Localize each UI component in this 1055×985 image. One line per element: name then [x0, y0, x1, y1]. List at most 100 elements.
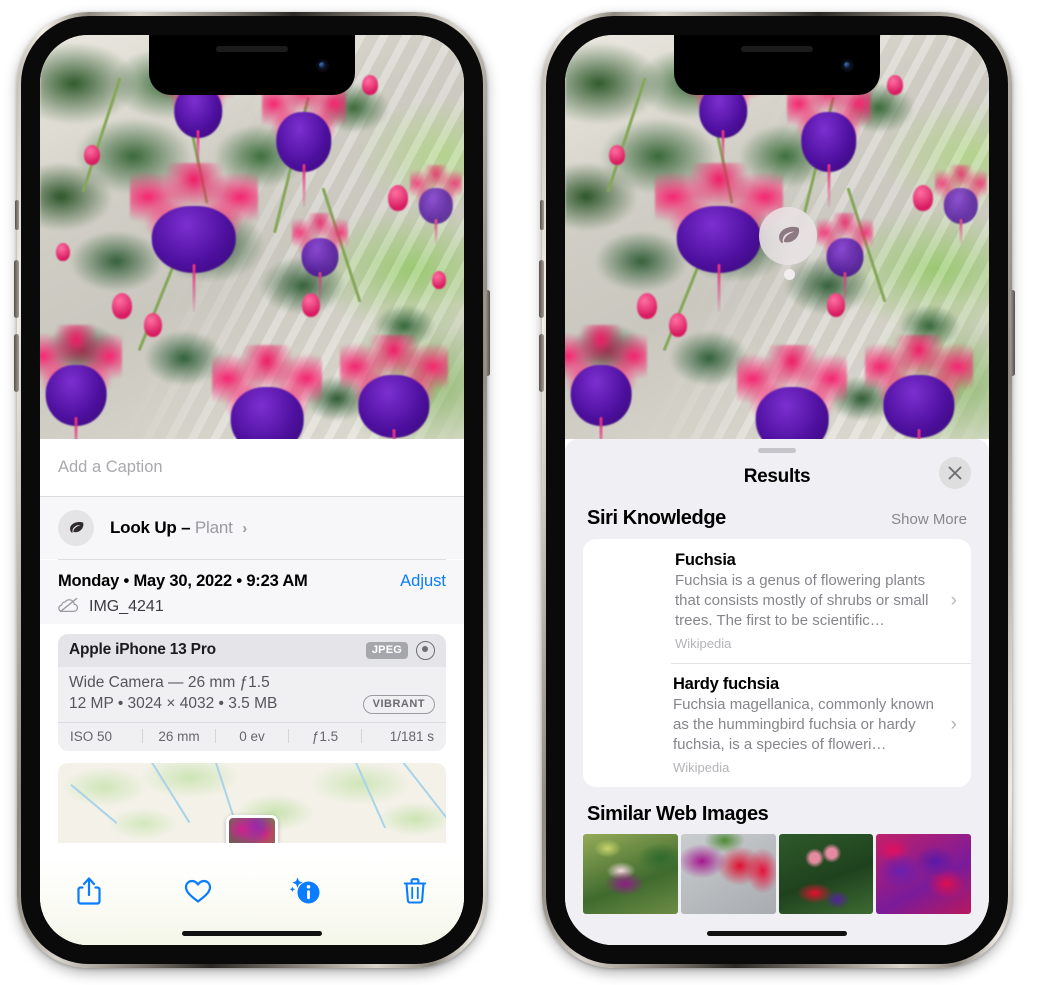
photo-info-sheet: Add a Caption ✦ ✦ Look Up – Plant ›: [40, 439, 464, 945]
front-camera-icon: [316, 59, 329, 72]
earpiece-speaker: [216, 46, 288, 52]
photographic-style-badge: VIBRANT: [362, 694, 435, 714]
result-thumbnail: [597, 551, 661, 596]
share-icon[interactable]: [66, 871, 112, 911]
siri-knowledge-title: Siri Knowledge: [587, 507, 726, 529]
show-more-button[interactable]: Show More: [891, 511, 967, 528]
caption-input-row[interactable]: Add a Caption: [40, 439, 464, 497]
camera-info-card: Apple iPhone 13 Pro JPEG Wide Camera — 2…: [58, 633, 446, 751]
look-up-row[interactable]: ✦ ✦ Look Up – Plant ›: [40, 490, 464, 559]
similar-images-strip: [565, 834, 989, 915]
fuchsia-bloom: [292, 213, 348, 300]
fuchsia-bloom: [737, 345, 847, 439]
leaf-icon: [58, 510, 94, 546]
power-button[interactable]: [485, 290, 490, 376]
fuchsia-bloom: [865, 335, 973, 439]
location-map[interactable]: [58, 762, 446, 843]
results-header: Results: [565, 453, 989, 501]
notch: [149, 35, 355, 95]
fuchsia-bloom: [340, 335, 448, 439]
size-line: 12 MP • 3024 × 4032 • 3.5 MB: [69, 695, 278, 712]
earpiece-speaker: [741, 46, 813, 52]
result-source: Wikipedia: [673, 760, 730, 776]
caption-placeholder: Add a Caption: [58, 458, 163, 476]
fuchsia-bloom: [935, 165, 987, 245]
results-sheet: Results Siri Knowledge Show More Fuchsia…: [565, 439, 989, 945]
adjust-button[interactable]: Adjust: [400, 572, 446, 591]
knowledge-result-row[interactable]: Fuchsia Fuchsia is a genus of flowering …: [583, 539, 971, 663]
power-button[interactable]: [1010, 290, 1015, 376]
result-title: Fuchsia: [675, 551, 736, 569]
look-up-label: Look Up – Plant ›: [110, 518, 247, 538]
exif-aperture: ƒ1.5: [311, 728, 339, 744]
sparkle-icon: ✦: [40, 490, 43, 505]
chevron-right-icon: ›: [242, 520, 247, 537]
result-description: Fuchsia magellanica, commonly known as t…: [673, 696, 934, 754]
siri-knowledge-header: Siri Knowledge Show More: [565, 501, 989, 539]
similar-web-images-header: Similar Web Images: [565, 787, 989, 834]
fuchsia-bloom: [130, 163, 258, 312]
format-badge: JPEG: [365, 641, 408, 659]
similar-web-images-title: Similar Web Images: [587, 803, 769, 826]
silent-switch[interactable]: [15, 200, 19, 230]
results-title: Results: [743, 466, 811, 487]
screenshot-stage: Add a Caption ✦ ✦ Look Up – Plant ›: [0, 0, 1055, 985]
similar-image-item[interactable]: [778, 834, 874, 915]
heart-icon[interactable]: [175, 871, 221, 911]
similar-image-item[interactable]: [583, 834, 678, 915]
volume-up-button[interactable]: [539, 260, 544, 318]
leaf-icon: [779, 226, 800, 244]
similar-image-item[interactable]: [680, 834, 776, 915]
home-indicator[interactable]: [182, 931, 322, 936]
photo-filename: IMG_4241: [89, 598, 164, 615]
result-source: Wikipedia: [675, 635, 732, 651]
lens-line: Wide Camera — 26 mm ƒ1.5: [69, 673, 270, 691]
exif-iso: ISO 50: [70, 728, 113, 744]
home-indicator[interactable]: [707, 931, 847, 936]
camera-card-body: Wide Camera — 26 mm ƒ1.5 12 MP • 3024 × …: [58, 667, 446, 722]
photo-viewer[interactable]: [565, 35, 989, 439]
silent-switch[interactable]: [540, 200, 544, 230]
close-icon[interactable]: [939, 457, 971, 489]
look-up-anchor-dot: [784, 269, 795, 280]
knowledge-result-row[interactable]: Hardy fuchsia Fuchsia magellanica, commo…: [583, 663, 971, 787]
volume-up-button[interactable]: [14, 260, 19, 318]
photo-date: Monday • May 30, 2022 • 9:23 AM: [58, 571, 308, 590]
look-up-subject: Plant: [194, 518, 233, 537]
right-phone-device: Results Siri Knowledge Show More Fuchsia…: [539, 12, 1015, 968]
result-thumbnail: [597, 675, 659, 771]
result-title: Hardy fuchsia: [673, 675, 779, 694]
cloud-slash-icon: [58, 597, 80, 618]
photo-metadata-section: Monday • May 30, 2022 • 9:23 AM Adjust I…: [40, 559, 464, 624]
result-description: Fuchsia is a genus of flowering plants t…: [675, 572, 929, 629]
look-up-text: Look Up –: [110, 518, 191, 537]
aperture-icon: [416, 640, 435, 660]
similar-image-item[interactable]: [876, 834, 971, 915]
right-phone-screen: Results Siri Knowledge Show More Fuchsia…: [565, 35, 989, 945]
notch: [674, 35, 880, 95]
chevron-right-icon: ›: [950, 714, 957, 736]
fuchsia-bloom: [565, 325, 647, 439]
exif-focal: 26 mm: [158, 728, 200, 744]
map-photo-pin[interactable]: [226, 814, 278, 843]
left-phone-device: Add a Caption ✦ ✦ Look Up – Plant ›: [14, 12, 490, 968]
exif-row: ISO 50 26 mm 0 ev ƒ1.5 1/181 s: [58, 721, 446, 751]
camera-card-header: Apple iPhone 13 Pro JPEG: [58, 633, 446, 667]
look-up-badge[interactable]: [759, 207, 817, 265]
volume-down-button[interactable]: [14, 334, 19, 392]
exif-shutter: 1/181 s: [389, 728, 434, 744]
front-camera-icon: [841, 59, 854, 72]
chevron-right-icon: ›: [950, 589, 957, 611]
fuchsia-bloom: [410, 165, 462, 245]
exif-ev: 0 ev: [239, 728, 265, 744]
fuchsia-bloom: [40, 325, 122, 439]
volume-down-button[interactable]: [539, 334, 544, 392]
camera-device-name: Apple iPhone 13 Pro: [69, 641, 216, 658]
trash-icon[interactable]: [392, 871, 438, 911]
siri-knowledge-card: Fuchsia Fuchsia is a genus of flowering …: [583, 539, 971, 788]
info-sparkle-icon[interactable]: [283, 871, 329, 911]
photo-viewer[interactable]: [40, 35, 464, 439]
fuchsia-bloom: [212, 345, 322, 439]
left-phone-screen: Add a Caption ✦ ✦ Look Up – Plant ›: [40, 35, 464, 945]
fuchsia-bloom: [817, 213, 873, 300]
